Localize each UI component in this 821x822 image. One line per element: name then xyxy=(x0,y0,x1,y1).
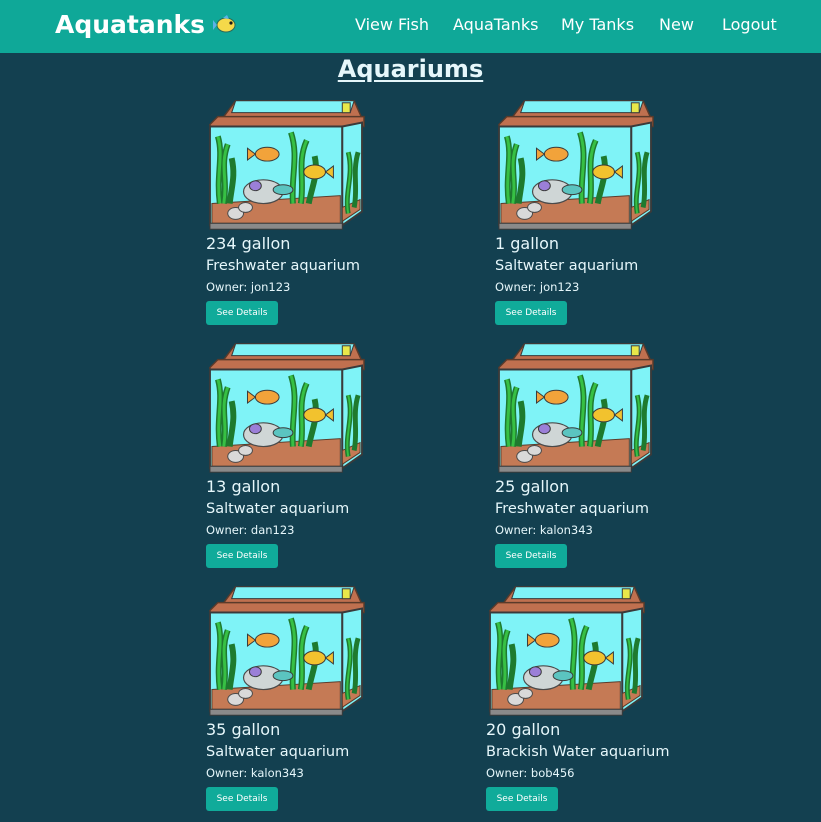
owner-name: bob456 xyxy=(530,766,575,780)
aquarium-card: 13 gallon Saltwater aquarium Owner: dan1… xyxy=(206,339,446,579)
navbar: Aquatanks View Fish AquaTanks My Tanks N… xyxy=(0,0,821,53)
fish-icon xyxy=(213,14,236,32)
nav-logout[interactable]: Logout xyxy=(722,15,777,34)
aquarium-owner: Owner: jon123 xyxy=(495,280,579,294)
aquarium-owner: Owner: jon123 xyxy=(206,280,290,294)
aquarium-type: Saltwater aquarium xyxy=(206,744,350,760)
aquarium-owner: Owner: bob456 xyxy=(486,766,574,780)
aquarium-gallons: 13 gallon xyxy=(206,477,281,496)
nav-my-tanks[interactable]: My Tanks xyxy=(561,15,634,34)
aquarium-type: Saltwater aquarium xyxy=(495,258,639,274)
aquarium-owner: Owner: dan123 xyxy=(206,523,294,537)
see-details-button[interactable]: See Details xyxy=(206,544,278,568)
aquarium-owner: Owner: kalon343 xyxy=(495,523,593,537)
owner-name: kalon343 xyxy=(539,523,593,537)
brand-name: Aquatanks xyxy=(55,10,206,39)
owner-label: Owner: xyxy=(206,280,248,294)
owner-name: jon123 xyxy=(539,280,580,294)
owner-label: Owner: xyxy=(206,766,248,780)
aquarium-type: Saltwater aquarium xyxy=(206,501,350,517)
aquarium-gallons: 25 gallon xyxy=(495,477,570,496)
aquarium-image xyxy=(495,339,655,479)
see-details-button[interactable]: See Details xyxy=(495,301,567,325)
aquarium-card: 35 gallon Saltwater aquarium Owner: kalo… xyxy=(206,582,446,822)
aquarium-card: 20 gallon Brackish Water aquarium Owner:… xyxy=(486,582,726,822)
page-title: Aquariums xyxy=(337,55,484,83)
owner-label: Owner: xyxy=(495,280,537,294)
owner-label: Owner: xyxy=(495,523,537,537)
nav-aquatanks[interactable]: AquaTanks xyxy=(453,15,538,34)
aquarium-card: 1 gallon Saltwater aquarium Owner: jon12… xyxy=(495,96,735,336)
aquarium-image xyxy=(486,582,646,722)
see-details-button[interactable]: See Details xyxy=(206,787,278,811)
aquarium-image xyxy=(495,96,655,236)
owner-name: kalon343 xyxy=(250,766,304,780)
see-details-button[interactable]: See Details xyxy=(206,301,278,325)
owner-name: dan123 xyxy=(250,523,295,537)
aquarium-gallons: 20 gallon xyxy=(486,720,561,739)
owner-name: jon123 xyxy=(250,280,291,294)
aquarium-image xyxy=(206,582,366,722)
aquarium-gallons: 234 gallon xyxy=(206,234,291,253)
aquarium-card: 25 gallon Freshwater aquarium Owner: kal… xyxy=(495,339,735,579)
owner-label: Owner: xyxy=(486,766,528,780)
aquarium-image xyxy=(206,96,366,236)
brand-logo[interactable]: Aquatanks xyxy=(55,10,239,39)
aquarium-type: Brackish Water aquarium xyxy=(486,744,670,760)
nav-view-fish[interactable]: View Fish xyxy=(355,15,429,34)
aquarium-gallons: 1 gallon xyxy=(495,234,560,253)
owner-label: Owner: xyxy=(206,523,248,537)
aquarium-owner: Owner: kalon343 xyxy=(206,766,304,780)
aquarium-image xyxy=(206,339,366,479)
aquarium-type: Freshwater aquarium xyxy=(206,258,360,274)
see-details-button[interactable]: See Details xyxy=(495,544,567,568)
aquarium-type: Freshwater aquarium xyxy=(495,501,649,517)
aquarium-gallons: 35 gallon xyxy=(206,720,281,739)
nav-new[interactable]: New xyxy=(659,15,694,34)
aquarium-card: 234 gallon Freshwater aquarium Owner: jo… xyxy=(206,96,446,336)
see-details-button[interactable]: See Details xyxy=(486,787,558,811)
